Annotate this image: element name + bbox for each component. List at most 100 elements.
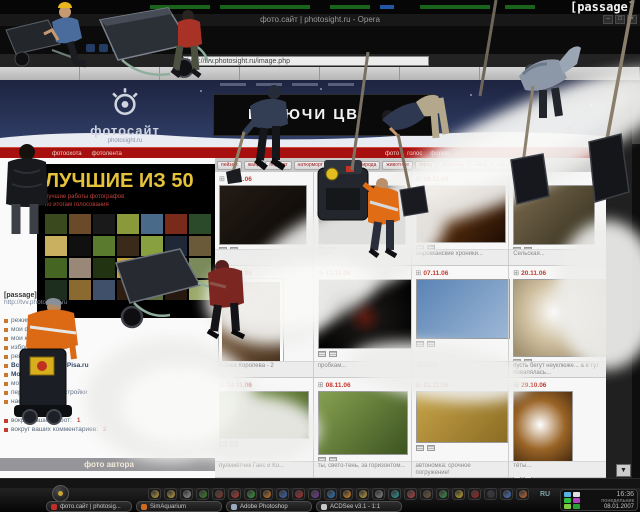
tray-icon[interactable]: [564, 498, 571, 503]
photo-thumbnail[interactable]: [219, 279, 283, 365]
mosaic-thumbnail[interactable]: [93, 236, 115, 256]
quick-launch-icon[interactable]: [244, 488, 257, 500]
promo-banner[interactable]: ВКЛЮЧИ ЦВ: [213, 94, 435, 136]
quick-launch-icon[interactable]: [404, 488, 417, 500]
photo-caption[interactable]: Мои...: [314, 249, 411, 265]
photo-thumbnail[interactable]: [416, 279, 510, 339]
nav-link[interactable]: форум: [430, 151, 449, 157]
start-orb[interactable]: [52, 485, 69, 502]
photo-thumbnail[interactable]: [416, 391, 508, 443]
comments-icon[interactable]: [416, 445, 424, 451]
album-icon[interactable]: [427, 445, 435, 451]
window-control-button[interactable]: □: [615, 15, 625, 24]
photo-card[interactable]: ⊞ 29.10.06 тёты...: [508, 378, 606, 477]
photo-caption[interactable]: пробкам...: [314, 361, 411, 377]
mosaic-thumbnail[interactable]: [117, 214, 139, 234]
taskbar-window-button[interactable]: ACDSee v3.1 - 1:1: [316, 501, 402, 512]
window-control-button[interactable]: –: [603, 15, 613, 24]
sidebar-menu-item[interactable]: персональные настройки: [4, 388, 209, 397]
user-url[interactable]: http://tvv.photosight.ru: [4, 299, 204, 306]
tray-icon[interactable]: [573, 492, 580, 497]
category-chip[interactable]: натюрморт: [294, 161, 327, 170]
mosaic-thumbnail[interactable]: [117, 258, 139, 278]
back-icon[interactable]: [86, 44, 95, 52]
nav-link[interactable]: голос: [407, 151, 422, 157]
sidebar-menu-item[interactable]: режим preview: [4, 316, 209, 325]
photo-card[interactable]: ⊞ 08.11.06 ты, свето-тень, за горизонтом…: [313, 378, 411, 477]
mosaic-thumbnail[interactable]: [45, 214, 67, 234]
mosaic-thumbnail[interactable]: [69, 258, 91, 278]
tray-clock[interactable]: 16:36 понедельник 08.01.2007: [601, 491, 634, 511]
reload-icon[interactable]: [112, 44, 121, 52]
quick-launch-icon[interactable]: [292, 488, 305, 500]
nav-link[interactable]: фотоохота: [52, 151, 82, 157]
photo-thumbnail[interactable]: [219, 391, 309, 439]
photo-thumbnail[interactable]: [513, 391, 573, 471]
quick-launch-icon[interactable]: [500, 488, 513, 500]
photo-caption[interactable]: автономка: срочное погружение!: [412, 461, 509, 477]
mosaic-thumbnail[interactable]: [93, 258, 115, 278]
address-bar[interactable]: http://tvv.photosight.ru/image.php: [183, 56, 429, 66]
taskbar-window-button[interactable]: фото.сайт | photosig...: [46, 501, 132, 512]
album-icon[interactable]: [230, 441, 238, 447]
category-chip[interactable]: макро: [329, 161, 351, 170]
mosaic-thumbnail[interactable]: [69, 214, 91, 234]
category-chip[interactable]: репортаж: [438, 161, 468, 170]
quick-launch-icon[interactable]: [148, 488, 161, 500]
nav-link[interactable]: фото: [385, 151, 399, 157]
photo-thumbnail[interactable]: [318, 279, 412, 349]
sidebar-menu-item[interactable]: избранные авторы: [4, 343, 209, 352]
taskbar-window-button[interactable]: SimAquarium: [136, 501, 222, 512]
quick-launch-icon[interactable]: [484, 488, 497, 500]
quick-launch-icon[interactable]: [372, 488, 385, 500]
comments-icon[interactable]: [219, 441, 227, 447]
sidebar-menu-item[interactable]: настройки сайта: [4, 397, 209, 406]
mosaic-thumbnail[interactable]: [165, 214, 187, 234]
quick-launch-icon[interactable]: [452, 488, 465, 500]
photo-caption[interactable]: Кошка Королева - 2: [215, 361, 313, 377]
scrollbar-thumb[interactable]: [632, 84, 640, 144]
photo-card[interactable]: ⊞ 08.11.06 Сельская...: [508, 172, 606, 265]
photo-caption[interactable]: тёты...: [509, 461, 606, 477]
category-chip[interactable]: разное: [516, 161, 540, 170]
quick-launch-icon[interactable]: [212, 488, 225, 500]
comments-icon[interactable]: [416, 341, 424, 347]
category-chip[interactable]: природа: [353, 161, 380, 170]
photo-thumbnail[interactable]: [318, 185, 406, 245]
sidebar-menu-item[interactable]: Все мои фото на Pisa.ru: [4, 361, 209, 370]
photo-card[interactable]: ⊞ 07.11.06 эй, Боб!..: [411, 266, 509, 377]
photo-caption[interactable]: пулемётчик Ганс и Ко...: [215, 461, 313, 477]
mosaic-thumbnail[interactable]: [45, 236, 67, 256]
site-logo[interactable]: фотосайт photosight.ru: [70, 84, 180, 144]
photo-caption[interactable]: пусть бегут неуклюже... а я тут поваляла…: [509, 361, 606, 377]
photo-thumbnail[interactable]: [416, 185, 506, 243]
taskbar-window-button[interactable]: Adobe Photoshop: [226, 501, 312, 512]
quick-launch-icon[interactable]: [308, 488, 321, 500]
quick-launch-icon[interactable]: [196, 488, 209, 500]
mosaic-thumbnail[interactable]: [69, 236, 91, 256]
sidebar-menu-item[interactable]: мои данные: [4, 379, 209, 388]
sidebar-counter[interactable]: вокруг ваших комментариев: 2: [4, 425, 209, 434]
nav-link[interactable]: фотолента: [92, 151, 122, 157]
mosaic-thumbnail[interactable]: [189, 258, 211, 278]
photo-card[interactable]: ⊞ 08.11.06 марокканские хроники...: [411, 172, 509, 265]
window-control-button[interactable]: ×: [627, 15, 637, 24]
sidebar-menu-item[interactable]: мои фото: [4, 325, 209, 334]
quick-launch-icon[interactable]: [260, 488, 273, 500]
category-chip[interactable]: жанр: [244, 161, 264, 170]
tray-icon[interactable]: [564, 492, 571, 497]
mosaic-thumbnail[interactable]: [189, 236, 211, 256]
album-icon[interactable]: [329, 351, 337, 357]
photo-thumbnail[interactable]: [219, 185, 307, 245]
sidebar-menu-item[interactable]: Мои альбомы: [4, 370, 209, 379]
category-chip[interactable]: юмор: [470, 161, 491, 170]
mosaic-thumbnail[interactable]: [141, 236, 163, 256]
quick-launch-icon[interactable]: [276, 488, 289, 500]
quick-launch-icon[interactable]: [516, 488, 529, 500]
photo-thumbnail[interactable]: [513, 279, 607, 357]
comments-icon[interactable]: [318, 351, 326, 357]
sidebar-menu-item[interactable]: рекомендованные: [4, 352, 209, 361]
photo-card[interactable]: ⊞ 10.11.06 Мои...: [313, 172, 411, 265]
sidebar-menu-item[interactable]: мои комментарии: [4, 334, 209, 343]
quick-launch-icon[interactable]: [436, 488, 449, 500]
